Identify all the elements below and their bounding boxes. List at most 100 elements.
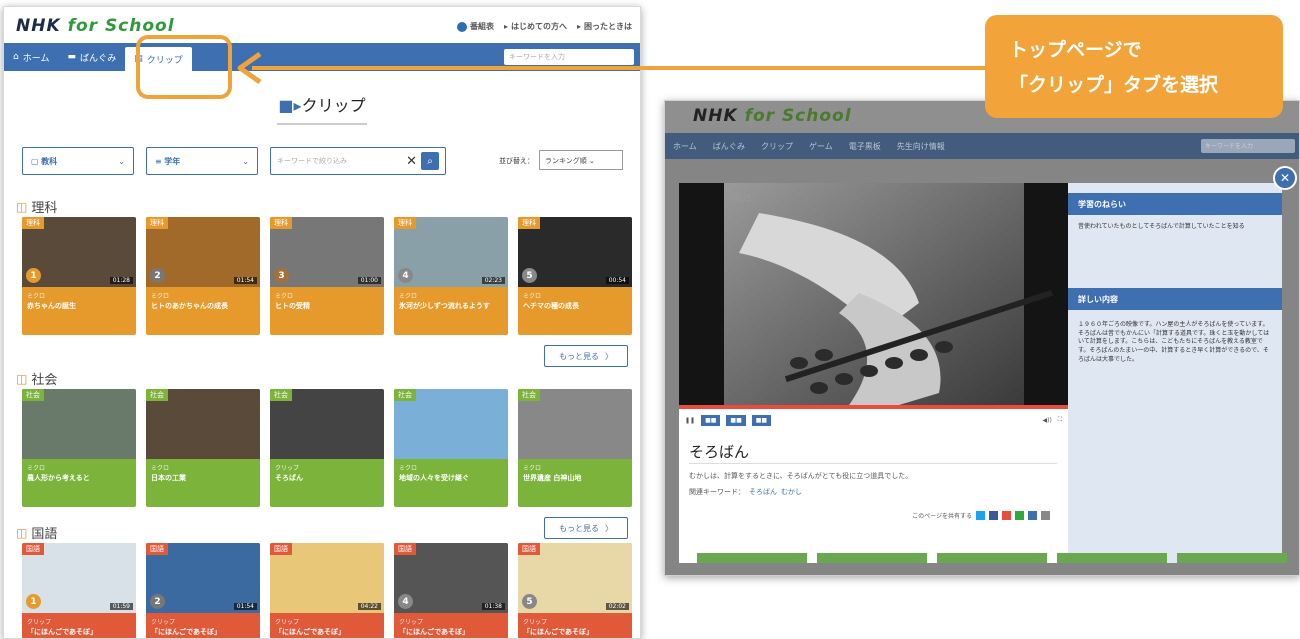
clip-thumbnail: 理科 01:54 2 [146,217,260,287]
keyword-link[interactable]: そろばん [749,488,777,496]
clip-card[interactable]: 国語 04:22 クリップ 「にほんごであそぼ」 [270,543,384,638]
green-bar [937,553,1047,563]
control-button[interactable]: ■■ [751,414,772,426]
nav-bangumi[interactable]: ▬ ばんぐみ [58,43,125,71]
duration-badge: 01:28 [109,277,133,284]
clip-card[interactable]: 社会 ミクロ 世界遺産 白神山地 [518,389,632,507]
clear-icon[interactable]: ✕ [406,154,417,169]
clip-thumbnail: 理科 01:00 3 [270,217,384,287]
video-description: むかしは、計算をするときに、そろばんがとても役に立つ道具でした。 [689,472,913,480]
volume-icon[interactable]: ◀)) [1043,417,1052,424]
twitter-icon[interactable] [976,511,985,520]
video-player[interactable]: 60s [679,183,1068,405]
duration-badge: 02:23 [481,277,505,284]
line-icon[interactable] [1015,511,1024,520]
panel-body-detail: １９６０年ごろの映像です。ハン屋の主人がそろばんを使っています。そろばんは昔でも… [1078,321,1270,363]
section-title: 社会 [31,373,58,388]
card-row: 社会 ミクロ 農人形から考えると 社会 ミクロ 日本の工業 社会 クリップ そろばん 社会 ミクロ地… [22,389,632,507]
card-row: 国語 01:59 1 クリップ 「にほんごであそぼ」 国語 01:54 2 クリップ 「にほんごで… [22,543,632,638]
clip-card[interactable]: 理科 01:28 1 ミクロ 赤ちゃんの誕生 [22,217,136,335]
search-input: キーワードを入力 [1201,139,1295,153]
duration-badge: 01:54 [233,277,257,284]
sort-label: 並び替え： [499,157,534,165]
clip-title: そろばん [275,474,303,482]
grade-select[interactable]: ≡ 学年 ⌄ [146,147,258,175]
logo-nhk: NHK [16,16,61,36]
clip-info: ミクロ 農人形から考えると [22,459,136,507]
clip-type: ミクロ [151,465,170,472]
chevron-right-icon: 〉 [605,523,613,533]
clip-thumbnail: 理科 00:54 5 [518,217,632,287]
site-logo[interactable]: NHK for School [16,16,175,36]
keyword-link[interactable]: むかし [781,488,802,496]
clip-type: ミクロ [399,293,418,300]
clip-info: クリップ 「にほんごであそぼ」 [394,613,508,638]
clip-card[interactable]: 国語 01:38 4 クリップ 「にほんごであそぼ」 [394,543,508,638]
pause-icon[interactable]: ❚❚ [685,417,695,424]
subject-select[interactable]: ▢ 教科 ⌄ [22,147,134,175]
clip-card[interactable]: 社会 ミクロ 日本の工業 [146,389,260,507]
print-icon[interactable] [1041,511,1050,520]
close-icon[interactable]: ✕ [1273,166,1297,190]
clip-card[interactable]: 国語 01:54 2 クリップ 「にほんごであそぼ」 [146,543,260,638]
clip-card[interactable]: 理科 00:54 5 ミクロ ヘチマの種の成長 [518,217,632,335]
search-button[interactable]: ⌕ [421,152,439,170]
rank-badge: 1 [26,268,41,283]
clip-card[interactable]: 国語 01:59 1 クリップ 「にほんごであそぼ」 [22,543,136,638]
sort-select[interactable]: ランキング順 ⌄ [539,150,623,170]
right-screenshot: NHK for School ホーム ばんぐみ クリップ ゲーム 電子黒板 先生… [664,100,1300,576]
clip-info: ミクロ ヒトのあかちゃんの成長 [146,287,260,335]
clip-modal: 60s ❚❚ ■■ ■■ ■■ ◀)) ⛶ そろばん むかしは、計算をするときに… [679,183,1068,563]
book-icon: ◫ [16,371,28,386]
category-badge: 理科 [270,217,292,229]
header-link-schedule[interactable]: 番組表 [456,21,494,32]
control-button[interactable]: ■■ [701,414,721,426]
rank-badge: 5 [522,268,537,283]
keyword-input[interactable]: キーワードで絞り込み ✕ ⌕ [270,147,446,175]
google-icon[interactable] [1002,511,1011,520]
book-icon: ◫ [16,199,28,214]
rank-badge: 4 [398,594,413,609]
monitor-icon: ▬ [67,52,76,62]
rank-badge: 3 [274,268,289,283]
clip-info: ミクロ 世界遺産 白神山地 [518,459,632,507]
clip-card[interactable]: 社会 クリップ そろばん [270,389,384,507]
clip-type: ミクロ [151,293,170,300]
nav-home[interactable]: ⌂ ホーム [4,43,58,71]
nav-teachers: 先生向け情報 [896,141,945,151]
clip-card[interactable]: 社会ミクロ地域の人々を受け継ぐ [394,389,508,507]
more-button[interactable]: もっと見る〉 [544,345,628,367]
mail-icon[interactable] [1028,511,1037,520]
duration-badge: 02:02 [605,603,629,610]
video-frame: 60s [724,183,1054,405]
clip-info: ミクロ氷河が少しずつ流れるようす [394,287,508,335]
video-title: そろばん [689,443,750,461]
clip-card[interactable]: 社会ミクロ 農人形から考えると [22,389,136,507]
clip-thumbnail: 社会 [146,389,260,459]
nav-clip: クリップ [761,141,794,151]
header-link-help[interactable]: ▸ 困ったときは [577,21,632,32]
category-badge: 社会 [22,389,44,401]
facebook-icon[interactable] [989,511,998,520]
clip-card[interactable]: 理科 01:00 3 ミクロ ヒトの受精 [270,217,384,335]
clip-title: 地域の人々を受け継ぐ [399,474,469,482]
clip-card[interactable]: 理科 01:54 2 ミクロ ヒトのあかちゃんの成長 [146,217,260,335]
site-header: NHK for School 番組表 ▸ はじめての方へ ▸ 困ったときは [4,7,640,43]
header-link-beginner[interactable]: ▸ はじめての方へ [504,21,567,32]
more-button[interactable]: もっと見る〉 [544,517,628,539]
clip-title: ヘチマの種の成長 [523,302,579,310]
clip-type: クリップ [523,619,548,626]
clip-type: クリップ [151,619,176,626]
category-badge: 国語 [22,543,44,555]
clip-card[interactable]: 国語 02:02 5 クリップ 「にほんごであそぼ」 [518,543,632,638]
fullscreen-icon[interactable]: ⛶ [1058,416,1062,424]
clip-type: ミクロ [399,465,418,472]
clip-title: 氷河が少しずつ流れるようす [399,302,490,310]
control-button[interactable]: ■■ [726,414,746,426]
category-badge: 国語 [270,543,292,555]
nav-game: ゲーム [809,141,833,151]
category-badge: 社会 [146,389,168,401]
category-badge: 社会 [394,389,416,401]
clip-card[interactable]: 理科 02:23 4 ミクロ 氷河が少しずつ流れるようす [394,217,508,335]
related-keywords: 関連キーワード： そろばん むかし [689,488,802,496]
